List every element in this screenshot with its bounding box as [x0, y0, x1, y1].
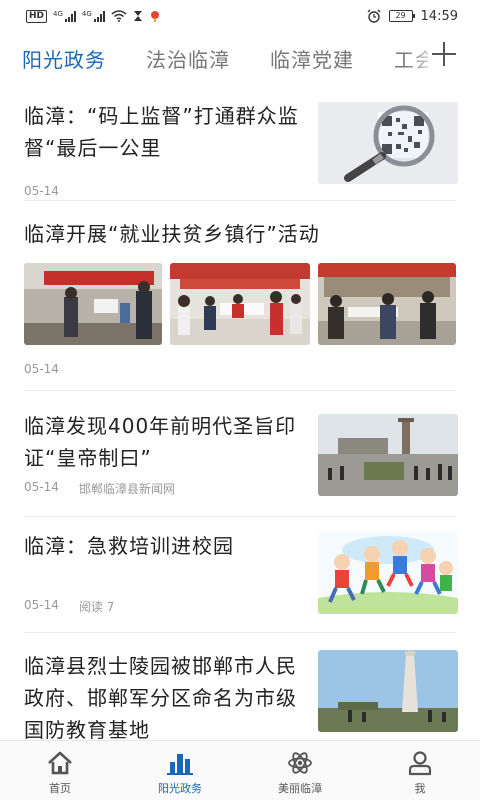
hourglass-icon — [133, 11, 142, 21]
nav-me[interactable]: 我 — [360, 741, 480, 800]
event-photo-1 — [24, 263, 162, 345]
news-reads: 阅读 7 — [78, 600, 115, 614]
news-title: 临漳县烈士陵园被邯郸市人民政府、邯郸军分区命名为市级国防教育基地 — [24, 654, 297, 740]
news-title: 临漳开展“就业扶贫乡镇行”活动 — [24, 222, 320, 246]
news-date: 05-14 — [24, 184, 59, 198]
divider — [24, 390, 456, 391]
status-bar: HD 4G 4G 29 14:59 — [0, 0, 480, 32]
monument-photo — [318, 650, 458, 732]
tab-party-building[interactable]: 临漳党建 — [270, 44, 354, 73]
news-meta: 05-14 — [24, 184, 59, 198]
news-date: 05-14 — [24, 480, 59, 494]
magnifier-qr-photo — [318, 102, 458, 184]
event-photo-2 — [170, 263, 310, 345]
divider — [24, 200, 456, 201]
nav-home[interactable]: 首页 — [0, 741, 120, 800]
cartoon-kids-image — [318, 532, 458, 614]
news-meta: 05-14 邯郸临漳县新闻网 — [24, 480, 175, 497]
event-photo-3 — [318, 263, 456, 345]
home-icon — [48, 751, 72, 775]
channel-tabs: 阳光政务 法治临漳 临漳党建 工会 — [0, 32, 480, 84]
news-meta: 05-14 — [24, 362, 59, 376]
divider — [24, 516, 456, 517]
news-title: 临漳：急救培训进校园 — [24, 534, 234, 558]
nav-home-label: 首页 — [49, 782, 71, 795]
news-feed: 临漳：“码上监督”打通群众监督“最后一公里 05-14 临漳开展“就业扶贫乡镇行… — [0, 84, 480, 740]
network-type-1: 4G — [53, 9, 63, 18]
app-notification-icon — [150, 11, 159, 22]
person-icon — [408, 751, 432, 776]
news-title: 临漳：“码上监督”打通群众监督“最后一公里 — [24, 104, 299, 160]
news-meta: 05-14 阅读 7 — [24, 598, 114, 615]
news-date: 05-14 — [24, 362, 59, 376]
tab-rule-of-law[interactable]: 法治临漳 — [146, 44, 230, 73]
nav-beautiful-linzhang-label: 美丽临漳 — [278, 782, 322, 795]
battery-indicator: 29 — [388, 10, 415, 22]
clock: 14:59 — [420, 8, 458, 24]
tab-sunshine-government[interactable]: 阳光政务 — [22, 44, 106, 73]
divider — [24, 632, 456, 633]
nav-beautiful-linzhang[interactable]: 美丽临漳 — [240, 741, 360, 800]
bottom-nav: 首页 阳光政务 美丽临漳 我 — [0, 740, 480, 800]
atom-icon — [288, 752, 312, 774]
wifi-icon — [111, 10, 127, 22]
alarm-icon — [367, 9, 381, 23]
news-date: 05-14 — [24, 598, 59, 612]
news-source: 邯郸临漳县新闻网 — [78, 482, 175, 496]
hd-badge: HD — [26, 9, 48, 23]
add-channel-button[interactable] — [432, 42, 456, 66]
network-type-2: 4G — [81, 9, 92, 18]
nav-sunshine-government[interactable]: 阳光政务 — [120, 741, 240, 800]
buildings-icon — [167, 754, 193, 775]
plaza-photo — [318, 414, 458, 496]
signal-icon-2 — [93, 10, 105, 22]
nav-me-label: 我 — [414, 782, 426, 795]
nav-sunshine-government-label: 阳光政务 — [158, 782, 202, 795]
news-title: 临漳发现400年前明代圣旨印证“皇帝制曰” — [24, 414, 297, 470]
signal-icon — [64, 10, 76, 22]
